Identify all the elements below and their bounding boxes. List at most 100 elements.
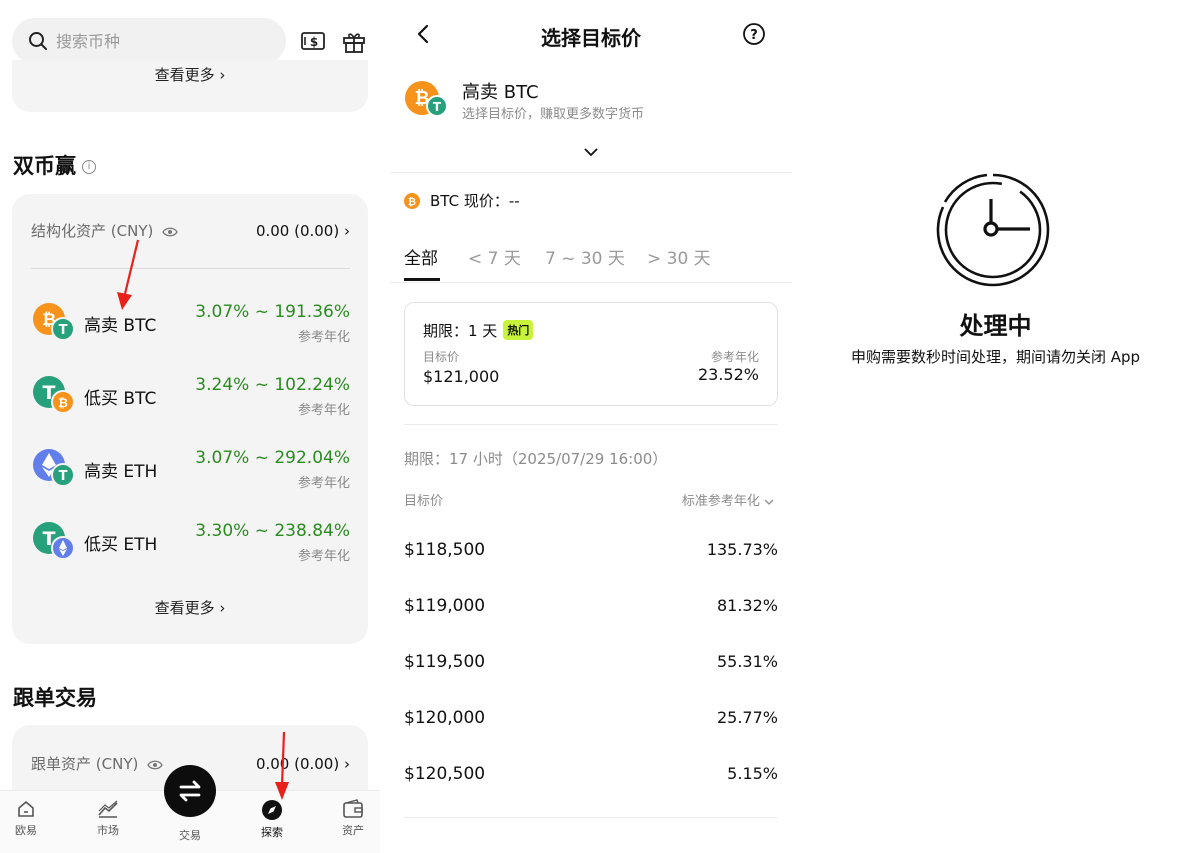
btc-usdt-icon: ₿ T (405, 81, 448, 117)
usdt-eth-icon: T (33, 522, 75, 560)
target-price-row[interactable]: $120,000 25.77% (404, 708, 778, 738)
product-row-sell-high-eth[interactable]: T 高卖 ETH 3.07% ~ 292.04% 参考年化 (32, 448, 350, 500)
trade-fab-button[interactable] (164, 765, 216, 817)
screenshot-root: $ 查看更多 › 双币赢i 结构化资产 (CNY) 0.00 (0.00) › (0, 0, 1199, 853)
term-period: 期限：17 小时（2025/07/29 16:00） (404, 450, 668, 468)
product-rate-label: 参考年化 (297, 549, 350, 564)
tab-label: 市场 (97, 824, 119, 837)
home-icon (18, 800, 34, 817)
svg-text:T: T (59, 469, 68, 484)
product-row-buy-low-eth[interactable]: T 低买 ETH 3.30% ~ 238.84% 参考年化 (32, 521, 350, 573)
svg-text:?: ? (750, 28, 758, 43)
svg-text:₿: ₿ (408, 196, 416, 208)
structured-asset-row[interactable]: 结构化资产 (CNY) 0.00 (0.00) › (31, 220, 350, 241)
row-apy: 135.73% (706, 540, 778, 559)
tab-label: 交易 (179, 829, 201, 842)
product-rate: 3.30% ~ 238.84% (195, 521, 350, 541)
prev-see-more-link[interactable]: 查看更多 › (12, 64, 368, 85)
tab-all[interactable]: 全部 (404, 244, 438, 269)
copy-asset-label: 跟单资产 (CNY) (31, 753, 163, 774)
wallet-icon (343, 799, 363, 818)
product-name: 高卖 BTC (462, 82, 539, 103)
current-price: BTC 现价：-- (430, 192, 520, 210)
row-apy: 81.32% (716, 596, 778, 615)
tab-trade[interactable]: 交易 (160, 827, 220, 843)
divider (404, 817, 778, 818)
search-bar[interactable] (12, 18, 286, 64)
page-title: 选择目标价 (541, 26, 641, 50)
product-row-sell-high-btc[interactable]: ₿ T 高卖 BTC 3.07% ~ 191.36% 参考年化 (32, 302, 350, 354)
gift-icon[interactable] (341, 28, 367, 54)
dual-currency-card: 结构化资产 (CNY) 0.00 (0.00) › ₿ T 高卖 BTC 3.0… (12, 194, 368, 644)
product-row-buy-low-btc[interactable]: T ₿ 低买 BTC 3.24% ~ 102.24% 参考年化 (32, 375, 350, 427)
row-apy: 55.31% (716, 652, 778, 671)
row-apy: 25.77% (716, 708, 778, 727)
column-header-target-price: 目标价 (404, 494, 444, 509)
row-price: $120,500 (404, 764, 486, 784)
structured-asset-label: 结构化资产 (CNY) (31, 220, 178, 241)
tab-label: 资产 (342, 824, 364, 837)
card-money-icon[interactable]: $ (300, 28, 326, 54)
apy-value: 23.52% (697, 365, 759, 384)
divider (404, 424, 778, 425)
svg-text:$: $ (310, 35, 318, 49)
column-header-apy-sort[interactable]: 标准参考年化 (682, 490, 774, 509)
copy-trading-title: 跟单交易 (13, 686, 97, 710)
svg-text:₿: ₿ (58, 396, 68, 410)
previous-card: 查看更多 › (12, 60, 368, 112)
hot-badge: 热门 (503, 320, 534, 340)
explore-panel: $ 查看更多 › 双币赢i 结构化资产 (CNY) 0.00 (0.00) › (0, 0, 380, 853)
processing-panel: 处理中 申购需要数秒时间处理，期间请勿关闭 App (792, 0, 1199, 853)
target-price-row[interactable]: $118,500 135.73% (404, 540, 778, 570)
product-name: 低买 BTC (84, 389, 157, 409)
tab-7-30-days[interactable]: 7 ~ 30 天 (545, 244, 625, 269)
clock-icon (936, 173, 1050, 287)
tab-assets[interactable]: 资产 (323, 799, 380, 838)
processing-title: 处理中 (959, 312, 1032, 340)
help-icon[interactable]: ? (742, 22, 766, 46)
info-icon[interactable]: i (82, 160, 96, 174)
tab-explore[interactable]: 探索 (242, 799, 302, 840)
row-price: $120,000 (404, 708, 486, 728)
btc-icon: ₿ (404, 192, 420, 209)
term-filter-tabs: 全部 < 7 天 7 ~ 30 天 > 30 天 (404, 244, 784, 284)
current-price-line: ₿ BTC 现价：-- (404, 190, 520, 211)
tab-market[interactable]: 市场 (78, 799, 138, 838)
swap-icon (179, 780, 201, 802)
tab-label: 探索 (261, 826, 283, 839)
select-target-price-panel: 选择目标价 ? ₿ T 高卖 BTC 选择目标价，赚取更多数字货币 ₿ BTC … (390, 0, 792, 853)
dual-see-more-link[interactable]: 查看更多 › (12, 597, 368, 618)
chevron-down-icon[interactable] (582, 146, 600, 158)
tab-over-30-days[interactable]: > 30 天 (647, 244, 711, 269)
product-name: 低买 ETH (84, 535, 158, 555)
row-apy: 5.15% (727, 764, 778, 783)
processing-message: 申购需要数秒时间处理，期间请勿关闭 App (850, 348, 1141, 366)
usdt-btc-icon: T ₿ (33, 376, 75, 414)
product-rate-label: 参考年化 (297, 330, 350, 345)
apy-label: 参考年化 (710, 350, 759, 364)
target-price-row[interactable]: $120,500 5.15% (404, 764, 778, 794)
tab-label: 欧易 (15, 824, 37, 837)
dual-currency-title: 双币赢 i (13, 150, 96, 180)
tab-okx[interactable]: 欧易 (0, 799, 56, 838)
tab-under-7-days[interactable]: < 7 天 (468, 244, 521, 269)
product-rate: 3.07% ~ 191.36% (195, 302, 350, 322)
product-rate-label: 参考年化 (297, 476, 350, 491)
target-price-label: 目标价 (423, 350, 460, 364)
row-price: $118,500 (404, 540, 486, 560)
eth-usdt-icon: T (33, 449, 75, 487)
product-name: 高卖 ETH (84, 462, 158, 482)
row-price: $119,000 (404, 596, 486, 616)
search-input[interactable] (56, 31, 256, 51)
eye-icon[interactable] (162, 226, 178, 238)
structured-asset-value: 0.00 (0.00) › (255, 221, 350, 240)
eye-icon[interactable] (147, 759, 163, 771)
search-icon (29, 32, 47, 50)
target-price-row[interactable]: $119,500 55.31% (404, 652, 778, 682)
market-chart-icon (98, 800, 118, 818)
hot-product-card[interactable]: 期限：1 天热门 目标价 $121,000 参考年化 23.52% (404, 302, 778, 406)
product-rate: 3.24% ~ 102.24% (195, 375, 350, 395)
divider (390, 282, 792, 283)
target-price-row[interactable]: $119,000 81.32% (404, 596, 778, 626)
active-tab-indicator (404, 278, 440, 281)
